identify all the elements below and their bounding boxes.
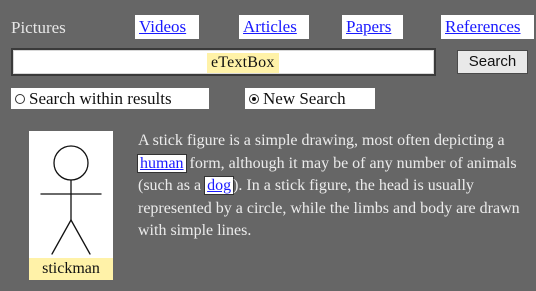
search-input[interactable]: eTextBox <box>11 48 436 76</box>
nav-link-articles[interactable]: Articles <box>239 15 309 39</box>
nav-link-references[interactable]: References <box>441 15 534 39</box>
radio-new-search[interactable]: New Search <box>245 88 375 109</box>
search-placeholder-text: eTextBox <box>207 53 279 73</box>
radio-label-new: New Search <box>263 89 346 108</box>
nav-label-pictures: Pictures <box>11 18 66 37</box>
radio-search-within-results[interactable]: Search within results <box>11 88 209 109</box>
radio-label-within: Search within results <box>29 89 172 108</box>
stickman-image: stickman <box>29 131 113 280</box>
link-dog[interactable]: dog <box>205 177 234 194</box>
article-description: A stick figure is a simple drawing, most… <box>138 130 530 243</box>
nav-link-papers[interactable]: Papers <box>342 15 403 39</box>
description-text-1: A stick figure is a simple drawing, most… <box>138 132 505 149</box>
radio-unchecked-icon <box>15 93 25 104</box>
nav-link-videos[interactable]: Videos <box>135 15 199 39</box>
figure-caption: stickman <box>29 258 113 280</box>
radio-checked-icon <box>249 93 259 104</box>
top-nav: Pictures Videos Articles Papers Referenc… <box>0 0 536 45</box>
link-human[interactable]: human <box>138 154 186 172</box>
stick-figure-icon <box>40 145 102 255</box>
search-button[interactable]: Search <box>457 50 528 74</box>
search-row: eTextBox Search <box>11 48 528 76</box>
